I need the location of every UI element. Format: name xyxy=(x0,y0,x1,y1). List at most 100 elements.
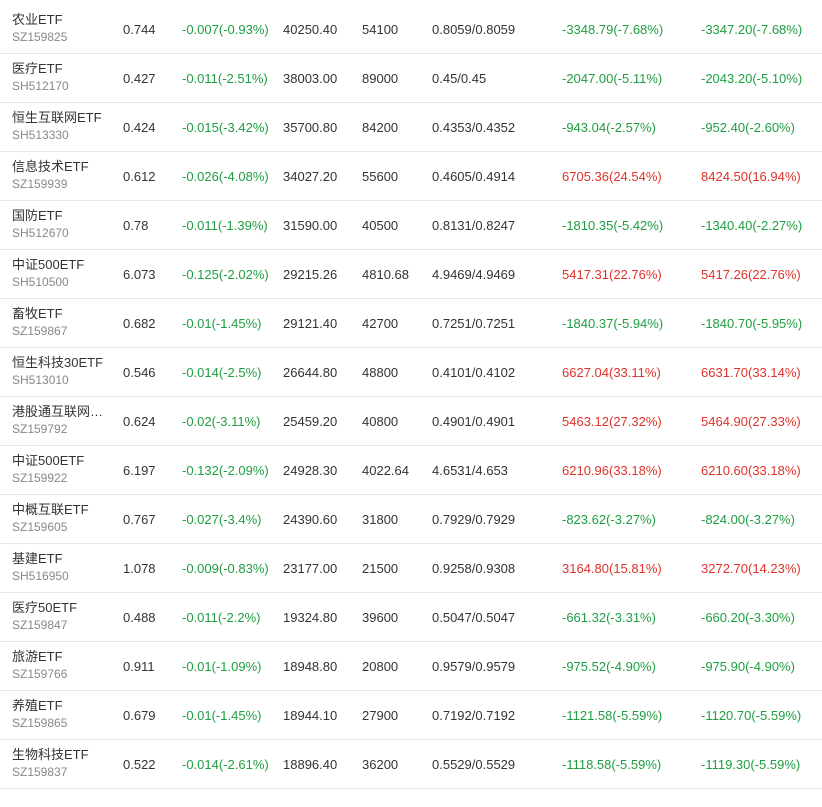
fund-flow-cell: -3348.79(-7.68%) xyxy=(562,22,664,37)
turnover-cell: 35700.80 xyxy=(283,120,338,135)
etf-code: SZ159837 xyxy=(12,765,68,779)
table-row[interactable]: 旅游ETF SZ159766 0.911 -0.01(-1.09%) 18948… xyxy=(0,642,822,691)
share-change-cell: 5464.90(27.33%) xyxy=(701,414,801,429)
etf-name-link[interactable]: 信息技术ETF xyxy=(12,158,112,176)
fund-flow-cell: 5417.31(22.76%) xyxy=(562,267,662,282)
etf-name-cell: 医疗ETF SH512170 xyxy=(12,60,112,95)
price-cell: 0.427 xyxy=(123,71,156,86)
table-row[interactable]: 畜牧ETF SZ159867 0.682 -0.01(-1.45%) 29121… xyxy=(0,299,822,348)
share-change-cell: -975.90(-4.90%) xyxy=(701,659,795,674)
table-row[interactable]: 恒生互联网ETF SH513330 0.424 -0.015(-3.42%) 3… xyxy=(0,103,822,152)
etf-name-cell: 旅游ETF SZ159766 xyxy=(12,648,112,683)
shares-cell: 40500 xyxy=(362,218,399,233)
table-row[interactable]: 养殖ETF SZ159865 0.679 -0.01(-1.45%) 18944… xyxy=(0,691,822,740)
etf-name-link[interactable]: 旅游ETF xyxy=(12,648,112,666)
table-row[interactable]: 中证500ETF SH510500 6.073 -0.125(-2.02%) 2… xyxy=(0,250,822,299)
etf-name-cell: 农业ETF SZ159825 xyxy=(12,11,112,46)
fund-flow-cell: 3164.80(15.81%) xyxy=(562,561,662,576)
turnover-cell: 25459.20 xyxy=(283,414,338,429)
table-row[interactable]: 中证500ETF SZ159922 6.197 -0.132(-2.09%) 2… xyxy=(0,446,822,495)
nav-cell: 4.9469/4.9469 xyxy=(432,267,516,282)
change-cell: -0.011(-2.2%) xyxy=(182,610,261,625)
etf-name-link[interactable]: 医疗ETF xyxy=(12,60,112,78)
fund-flow-cell: -823.62(-3.27%) xyxy=(562,512,656,527)
share-change-cell: -1840.70(-5.95%) xyxy=(701,316,803,331)
share-change-cell: 5417.26(22.76%) xyxy=(701,267,801,282)
change-cell: -0.007(-0.93%) xyxy=(182,22,269,37)
etf-code: SH516950 xyxy=(12,569,69,583)
etf-name-link[interactable]: 基建ETF xyxy=(12,550,112,568)
price-cell: 0.488 xyxy=(123,610,156,625)
table-row[interactable]: 农业ETF SZ159825 0.744 -0.007(-0.93%) 4025… xyxy=(0,5,822,54)
etf-name-link[interactable]: 医疗50ETF xyxy=(12,599,112,617)
price-cell: 6.197 xyxy=(123,463,156,478)
price-cell: 0.911 xyxy=(123,659,155,674)
turnover-cell: 34027.20 xyxy=(283,169,338,184)
etf-name-link[interactable]: 恒生科技30ETF xyxy=(12,354,112,372)
change-cell: -0.01(-1.09%) xyxy=(182,659,262,674)
change-cell: -0.026(-4.08%) xyxy=(182,169,269,184)
change-cell: -0.009(-0.83%) xyxy=(182,561,269,576)
share-change-cell: -1119.30(-5.59%) xyxy=(701,757,801,772)
share-change-cell: -2043.20(-5.10%) xyxy=(701,71,803,86)
nav-cell: 0.9579/0.9579 xyxy=(432,659,516,674)
etf-name-link[interactable]: 港股通互联网… xyxy=(12,403,112,421)
table-row[interactable]: 医疗ETF SH512170 0.427 -0.011(-2.51%) 3800… xyxy=(0,54,822,103)
fund-flow-cell: -2047.00(-5.11%) xyxy=(562,71,663,86)
shares-cell: 21500 xyxy=(362,561,399,576)
fund-flow-cell: -1118.58(-5.59%) xyxy=(562,757,662,772)
nav-cell: 0.7192/0.7192 xyxy=(432,708,516,723)
etf-name-link[interactable]: 畜牧ETF xyxy=(12,305,112,323)
share-change-cell: 6631.70(33.14%) xyxy=(701,365,801,380)
fund-flow-cell: -1840.37(-5.94%) xyxy=(562,316,664,331)
price-cell: 0.78 xyxy=(123,218,149,233)
shares-cell: 4810.68 xyxy=(362,267,409,282)
price-cell: 0.679 xyxy=(123,708,156,723)
table-row[interactable]: 生物科技ETF SZ159837 0.522 -0.014(-2.61%) 18… xyxy=(0,740,822,789)
etf-name-link[interactable]: 中证500ETF xyxy=(12,256,112,274)
share-change-cell: -952.40(-2.60%) xyxy=(701,120,795,135)
table-row[interactable]: 基建ETF SH516950 1.078 -0.009(-0.83%) 2317… xyxy=(0,544,822,593)
etf-code: SZ159939 xyxy=(12,177,68,191)
table-row[interactable]: 港股通互联网… SZ159792 0.624 -0.02(-3.11%) 254… xyxy=(0,397,822,446)
etf-name-link[interactable]: 恒生互联网ETF xyxy=(12,109,112,127)
turnover-cell: 18896.40 xyxy=(283,757,338,772)
shares-cell: 20800 xyxy=(362,659,399,674)
etf-name-link[interactable]: 中概互联ETF xyxy=(12,501,112,519)
share-change-cell: -824.00(-3.27%) xyxy=(701,512,795,527)
change-cell: -0.132(-2.09%) xyxy=(182,463,269,478)
table-row[interactable]: 中概互联ETF SZ159605 0.767 -0.027(-3.4%) 243… xyxy=(0,495,822,544)
etf-name-link[interactable]: 养殖ETF xyxy=(12,697,112,715)
table-row[interactable]: 医疗50ETF SZ159847 0.488 -0.011(-2.2%) 193… xyxy=(0,593,822,642)
etf-code: SH513010 xyxy=(12,373,69,387)
table-row[interactable]: 国防ETF SH512670 0.78 -0.011(-1.39%) 31590… xyxy=(0,201,822,250)
etf-name-cell: 信息技术ETF SZ159939 xyxy=(12,158,112,193)
etf-name-link[interactable]: 国防ETF xyxy=(12,207,112,225)
nav-cell: 0.7251/0.7251 xyxy=(432,316,516,331)
table-row[interactable]: 恒生科技30ETF SH513010 0.546 -0.014(-2.5%) 2… xyxy=(0,348,822,397)
nav-cell: 0.5047/0.5047 xyxy=(432,610,516,625)
etf-code: SZ159865 xyxy=(12,716,68,730)
etf-name-cell: 恒生互联网ETF SH513330 xyxy=(12,109,112,144)
etf-table: 农业ETF SZ159825 0.744 -0.007(-0.93%) 4025… xyxy=(0,0,822,789)
change-cell: -0.01(-1.45%) xyxy=(182,708,262,723)
nav-cell: 4.6531/4.653 xyxy=(432,463,508,478)
shares-cell: 84200 xyxy=(362,120,399,135)
price-cell: 0.522 xyxy=(123,757,156,772)
etf-name-cell: 基建ETF SH516950 xyxy=(12,550,112,585)
turnover-cell: 29215.26 xyxy=(283,267,338,282)
nav-cell: 0.4901/0.4901 xyxy=(432,414,516,429)
price-cell: 0.624 xyxy=(123,414,156,429)
table-row[interactable]: 信息技术ETF SZ159939 0.612 -0.026(-4.08%) 34… xyxy=(0,152,822,201)
shares-cell: 42700 xyxy=(362,316,399,331)
etf-name-link[interactable]: 生物科技ETF xyxy=(12,746,112,764)
fund-flow-cell: 6705.36(24.54%) xyxy=(562,169,662,184)
price-cell: 0.612 xyxy=(123,169,156,184)
etf-name-link[interactable]: 农业ETF xyxy=(12,11,112,29)
etf-code: SH512170 xyxy=(12,79,69,93)
etf-code: SH513330 xyxy=(12,128,69,142)
fund-flow-cell: 5463.12(27.32%) xyxy=(562,414,662,429)
turnover-cell: 29121.40 xyxy=(283,316,338,331)
etf-name-cell: 港股通互联网… SZ159792 xyxy=(12,403,112,438)
etf-name-link[interactable]: 中证500ETF xyxy=(12,452,112,470)
